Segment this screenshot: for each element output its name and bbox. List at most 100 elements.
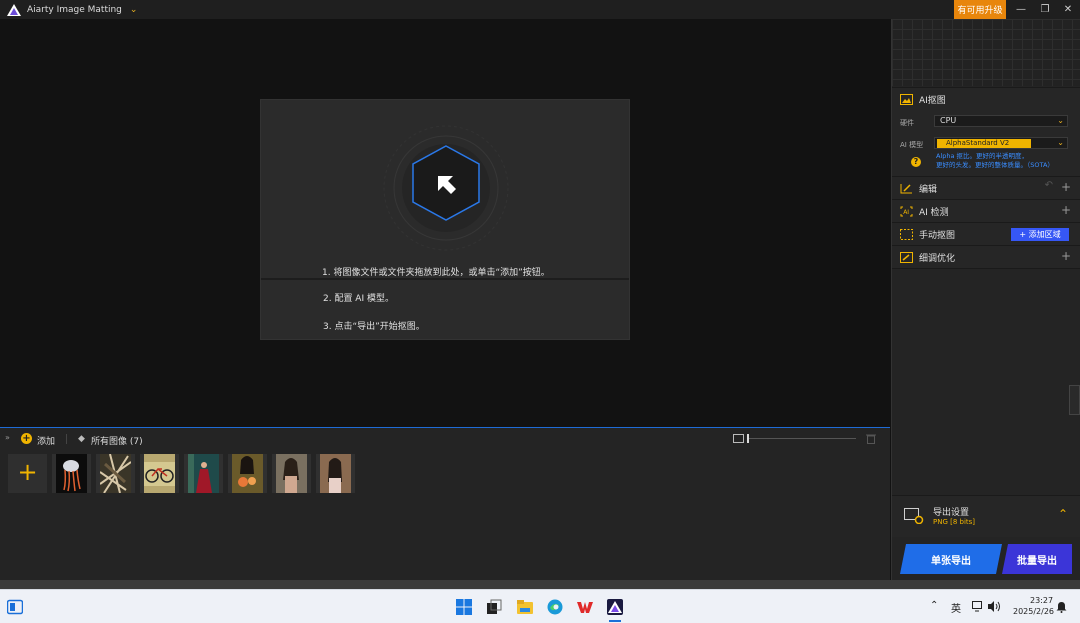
edit-title: 编辑	[919, 184, 938, 195]
ai-matting-title: AI抠图	[919, 95, 946, 106]
thumbnail-woman-garden	[320, 454, 351, 493]
toolbar-divider	[66, 434, 67, 444]
edit-icon	[900, 183, 912, 193]
ai-detect-icon: AI	[900, 206, 913, 216]
export-settings-title: 导出设置	[933, 508, 970, 518]
tray-chevron-up-icon[interactable]: ⌃	[930, 600, 938, 611]
preview-grid-area	[892, 19, 1080, 86]
ai-detect-header[interactable]: AI AI 检测	[900, 200, 949, 222]
image-thumbnail[interactable]	[272, 454, 311, 493]
status-bar	[0, 580, 1080, 589]
collapse-icon[interactable]: »	[5, 433, 10, 442]
edit-add-icon[interactable]: +	[1061, 180, 1071, 194]
app-title: Aiarty Image Matting	[27, 4, 122, 15]
export-settings-icon	[904, 508, 924, 524]
thumbnail-size-icon	[733, 434, 744, 443]
add-region-plus-icon: +	[1019, 230, 1029, 239]
batch-export-button[interactable]: 批量导出	[1002, 544, 1072, 574]
edit-header[interactable]: 编辑	[900, 177, 937, 199]
ai-matting-header[interactable]: AI抠图	[900, 88, 946, 110]
add-region-button[interactable]: + 添加区域	[1011, 228, 1069, 241]
ai-detect-section[interactable]: AI AI 检测 +	[892, 199, 1080, 222]
ai-model-value: AlphaStandard V2	[937, 139, 1031, 148]
windows-start-icon[interactable]	[456, 599, 472, 615]
drop-hexagon-icon	[376, 118, 516, 258]
edge-browser-icon[interactable]	[547, 599, 563, 615]
clock-date[interactable]: 2025/2/26	[1013, 607, 1054, 616]
image-thumbnail[interactable]	[184, 454, 223, 493]
expand-up-icon[interactable]: ⌃	[1058, 507, 1068, 521]
add-region-label: 添加区域	[1028, 230, 1061, 239]
app-menu-chevron-icon[interactable]: ⌄	[130, 5, 138, 15]
manual-matting-icon	[900, 228, 913, 240]
thumbnail-size-slider-thumb[interactable]	[747, 434, 749, 443]
undo-icon[interactable]: ↶	[1045, 180, 1053, 191]
edit-section[interactable]: 编辑 ↶ +	[892, 176, 1080, 199]
guide-divider	[261, 278, 629, 280]
restore-icon[interactable]: ❐	[1034, 0, 1056, 19]
guide-step-3: 3. 点击“导出”开始抠图。	[323, 322, 425, 332]
wps-office-icon[interactable]	[577, 599, 593, 615]
task-view-icon[interactable]	[486, 599, 502, 615]
refine-title: 细调优化	[919, 253, 956, 264]
widgets-icon[interactable]	[7, 599, 23, 615]
manual-matting-title: 手动抠图	[919, 230, 956, 241]
all-images-icon: ◆	[78, 434, 85, 444]
add-image-button[interactable]: 添加	[37, 434, 55, 447]
export-format: PNG [8 bits]	[933, 518, 976, 526]
preview-canvas[interactable]: 1. 将图像文件或文件夹拖放到此处，或单击“添加”按钮。 2. 配置 AI 模型…	[0, 19, 890, 427]
add-image-tile[interactable]: +	[8, 454, 47, 493]
ai-matting-icon	[900, 93, 913, 105]
upgrade-available-button[interactable]: 有可用升级	[954, 0, 1006, 19]
image-thumbnail[interactable]	[228, 454, 267, 493]
svg-text:AI: AI	[903, 209, 909, 216]
aiarty-taskbar-icon[interactable]	[607, 599, 623, 615]
hardware-value: CPU	[940, 116, 957, 125]
os-taskbar: ⌃ 英 23:27 2025/2/26	[0, 589, 1080, 623]
active-app-indicator	[609, 620, 621, 622]
volume-icon[interactable]	[988, 601, 1001, 612]
all-images-filter[interactable]: 所有图像 (7)	[91, 434, 143, 447]
thumbnail-woman-portrait	[276, 454, 307, 493]
single-export-button[interactable]: 单张导出	[900, 544, 1002, 574]
thumbnail-woman-red-dress	[188, 454, 219, 493]
image-thumbnail[interactable]	[96, 454, 135, 493]
ai-model-chevron-down-icon: ⌄	[1057, 138, 1064, 147]
hardware-chevron-down-icon: ⌄	[1057, 116, 1064, 125]
guide-step-1: 1. 将图像文件或文件夹拖放到此处，或单击“添加”按钮。	[322, 268, 550, 278]
export-settings[interactable]: 导出设置 PNG [8 bits] ⌃	[892, 495, 1080, 537]
image-thumbnail[interactable]	[316, 454, 355, 493]
close-icon[interactable]: ✕	[1057, 0, 1079, 19]
ai-model-description-line2: 更好的头发。更好的整体质量。（SOTA）	[936, 161, 1054, 169]
image-strip: » + 添加 ◆ 所有图像 (7) +	[0, 427, 890, 580]
ai-detect-add-icon[interactable]: +	[1061, 203, 1071, 217]
manual-matting-section[interactable]: 手动抠图 + 添加区域	[892, 222, 1080, 245]
input-method-indicator[interactable]: 英	[951, 600, 961, 615]
thumbnail-woman-flowers	[232, 454, 263, 493]
notification-bell-icon[interactable]	[1056, 601, 1067, 613]
delete-trash-icon[interactable]	[866, 433, 876, 444]
hardware-label: 硬件	[900, 119, 914, 127]
thumbnail-bicycle	[144, 454, 175, 493]
file-explorer-icon[interactable]	[517, 599, 533, 615]
image-thumbnail[interactable]	[140, 454, 179, 493]
title-bar: Aiarty Image Matting ⌄ 有可用升级 — ❐ ✕	[0, 0, 1080, 19]
ai-model-label: AI 模型	[900, 141, 924, 149]
help-icon[interactable]: ?	[911, 157, 921, 167]
hardware-select[interactable]: CPU ⌄	[934, 115, 1068, 127]
image-thumbnail[interactable]	[52, 454, 91, 493]
drop-zone-guide[interactable]: 1. 将图像文件或文件夹拖放到此处，或单击“添加”按钮。 2. 配置 AI 模型…	[260, 99, 630, 340]
guide-step-2: 2. 配置 AI 模型。	[323, 294, 394, 304]
refine-section[interactable]: 细调优化 +	[892, 245, 1080, 269]
thumbnail-branches	[100, 454, 131, 493]
refine-header[interactable]: 细调优化	[900, 246, 955, 268]
panel-resize-handle[interactable]	[1069, 385, 1080, 415]
add-image-icon[interactable]: +	[21, 433, 32, 444]
refine-add-icon[interactable]: +	[1061, 249, 1071, 263]
minimize-icon[interactable]: —	[1010, 0, 1032, 19]
manual-matting-header[interactable]: 手动抠图	[900, 223, 955, 245]
thumbnail-size-slider[interactable]	[748, 438, 856, 439]
network-icon[interactable]	[972, 601, 985, 612]
ai-model-select[interactable]: AlphaStandard V2 ⌄	[934, 137, 1068, 149]
clock-time[interactable]: 23:27	[1030, 596, 1053, 605]
